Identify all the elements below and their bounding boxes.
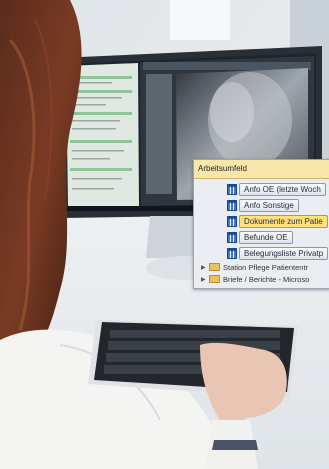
panel-title: Arbeitsumfeld [194, 160, 329, 179]
item-label[interactable]: Befunde OE [239, 230, 293, 244]
folder-icon [209, 263, 220, 271]
work-environment-panel: Arbeitsumfeld Anfo OE (letzte Woch Anfo … [193, 159, 329, 289]
expand-arrow-icon[interactable]: ▶ [201, 264, 209, 271]
folder-label: Station Pflege Patiententr [223, 262, 309, 272]
item-label[interactable]: Anfo Sonstige [239, 198, 299, 212]
folder-briefe-berichte[interactable]: ▶ Briefe / Berichte - Microso [194, 273, 329, 285]
list-item-anfo-oe[interactable]: Anfo OE (letzte Woch [194, 181, 329, 197]
folder-station-pflege[interactable]: ▶ Station Pflege Patiententr [194, 261, 329, 273]
list-item-anfo-sonstige[interactable]: Anfo Sonstige [194, 197, 329, 213]
table-icon [227, 232, 237, 243]
table-icon [227, 200, 237, 211]
window-light [170, 0, 230, 40]
panel-item-list: Anfo OE (letzte Woch Anfo Sonstige Dokum… [194, 179, 329, 285]
table-icon [227, 248, 237, 259]
table-icon [227, 216, 237, 227]
table-icon [227, 184, 237, 195]
folder-label: Briefe / Berichte - Microso [223, 274, 310, 284]
item-label[interactable]: Belegungsliste Privatp [239, 246, 329, 260]
item-label[interactable]: Dokumente zum Patie [239, 214, 328, 228]
folder-icon [209, 275, 220, 283]
expand-arrow-icon[interactable]: ▶ [201, 276, 209, 283]
list-item-belegungsliste[interactable]: Belegungsliste Privatp [194, 245, 329, 261]
list-item-befunde[interactable]: Befunde OE [194, 229, 329, 245]
item-label[interactable]: Anfo OE (letzte Woch [239, 182, 326, 196]
list-item-dokumente[interactable]: Dokumente zum Patie [194, 213, 329, 229]
